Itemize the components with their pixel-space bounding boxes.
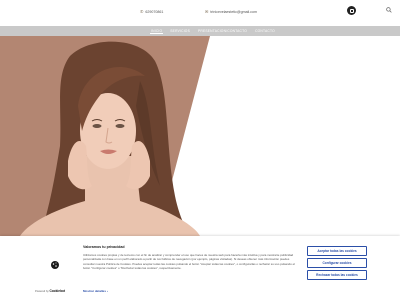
cookie-title: Valoramos tu privacidad <box>83 245 125 249</box>
cookie-icon <box>51 261 59 269</box>
top-bar: ✆ 629070861 ✉ trinicevelaestetic@gmail.c… <box>0 0 400 26</box>
accept-all-cookies-button[interactable]: Aceptar todas las cookies <box>307 246 367 256</box>
phone-contact[interactable]: ✆ 629070861 <box>140 9 163 14</box>
phone-number: 629070861 <box>145 9 164 14</box>
envelope-icon: ✉ <box>205 9 209 14</box>
powered-by-label: Powered by <box>35 290 49 293</box>
email-contact[interactable]: ✉ trinicevelaestetic@gmail.com <box>205 9 257 14</box>
search-icon[interactable] <box>386 7 392 15</box>
nav-item-contacto[interactable]: Contacto <box>254 29 276 33</box>
hero-portrait-image <box>20 41 200 236</box>
reject-all-cookies-button[interactable]: Rechazar todas las cookies <box>307 270 367 280</box>
cookiebot-brand[interactable]: Powered by Cookiebot <box>35 289 65 293</box>
nav-item-inicio[interactable]: Inicio <box>150 29 164 34</box>
phone-icon: ✆ <box>140 9 144 14</box>
hero-section <box>0 36 400 236</box>
cookiebot-logo: Cookiebot <box>49 289 66 293</box>
chevron-right-icon: › <box>106 289 108 293</box>
nav-item-presentacion[interactable]: Presentacion/Contacto <box>197 29 248 33</box>
configure-cookies-button[interactable]: Configurar cookies <box>307 258 367 268</box>
main-nav: Inicio Servicios Presentacion/Contacto C… <box>0 26 400 36</box>
cookie-description: Utilizamos cookies propias y de terceros… <box>83 253 295 270</box>
nav-item-servicios[interactable]: Servicios <box>169 29 191 33</box>
instagram-icon[interactable] <box>347 6 356 15</box>
show-details-label: Mostrar detalles <box>83 289 107 293</box>
email-address: trinicevelaestetic@gmail.com <box>210 9 257 14</box>
cookie-banner: Powered by Cookiebot Valoramos tu privac… <box>0 236 400 300</box>
show-details-link[interactable]: Mostrar detalles › <box>83 289 108 293</box>
